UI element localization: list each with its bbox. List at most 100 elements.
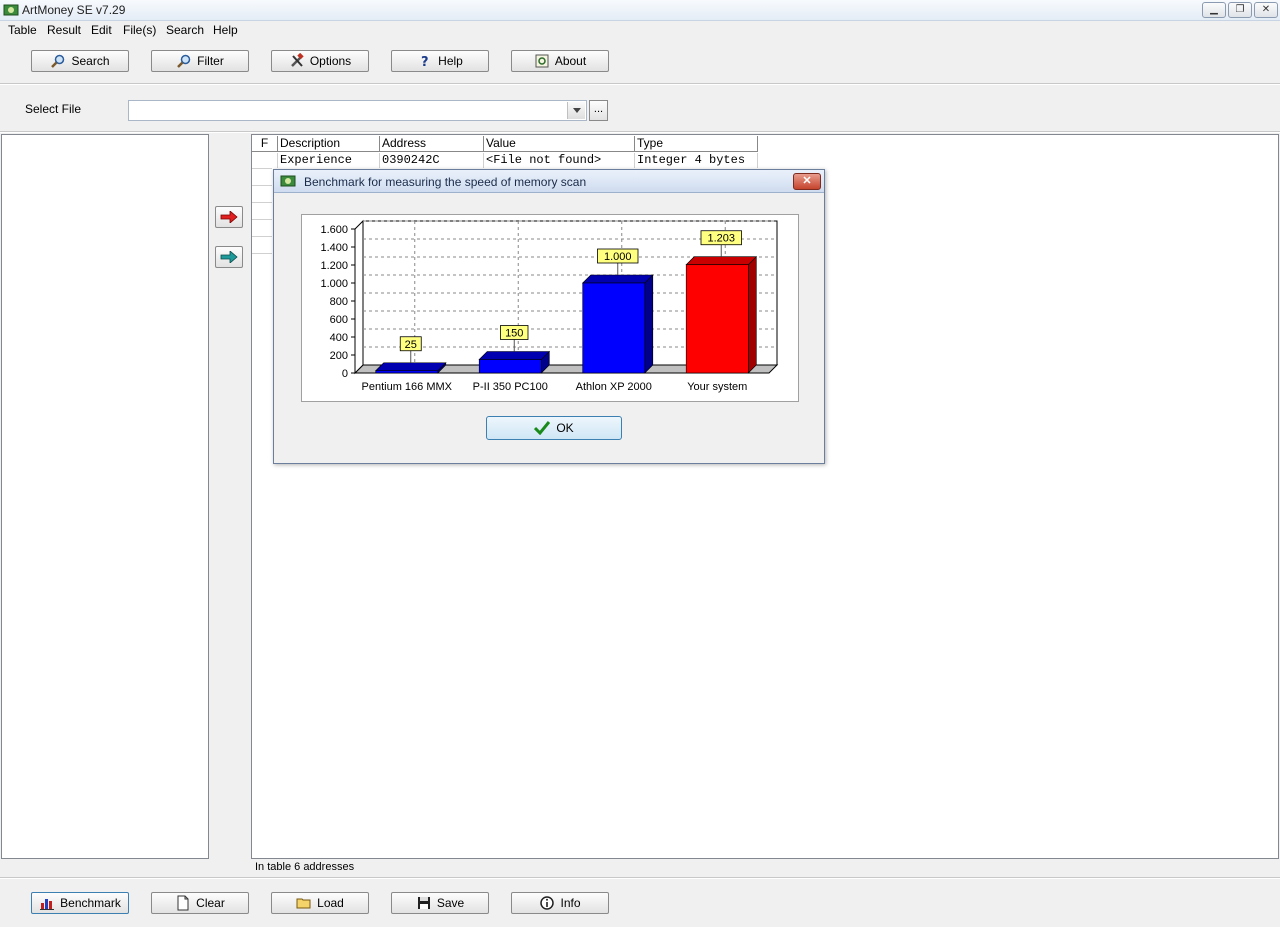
benchmark-dialog: Benchmark for measuring the speed of mem… [273,169,825,464]
value-label: 1.203 [707,233,735,245]
help-button[interactable]: ? Help [391,50,489,72]
search-button[interactable]: Search [31,50,129,72]
bar [478,359,542,374]
benchmark-dialog-icon [280,175,296,187]
menu-bar: Table Result Edit File(s) Search Help [0,20,1280,40]
row-divider [252,185,272,186]
row-value-cell[interactable]: <File not found> [484,153,635,168]
y-tick-label: 800 [330,296,348,308]
chart-icon [40,899,55,910]
y-tick-label: 0 [342,368,348,380]
arrow-right-red-icon [220,211,238,223]
file-separator [0,131,1280,133]
select-file-combo[interactable] [128,100,587,121]
category-label: Pentium 166 MMX [362,381,453,393]
load-button[interactable]: Load [271,892,369,914]
column-header-address[interactable]: Address [380,136,484,152]
y-tick-label: 1.200 [320,260,348,272]
process-list-panel[interactable] [1,134,209,859]
column-header-type[interactable]: Type [635,136,758,152]
value-label: 1.000 [604,251,632,263]
browse-button[interactable]: ... [589,100,608,121]
column-header-value[interactable]: Value [484,136,635,152]
y-tick-label: 400 [330,332,348,344]
move-right-button[interactable] [215,206,243,228]
combo-dropdown-button[interactable] [567,102,585,119]
filter-button[interactable]: Filter [151,50,249,72]
info-icon [540,896,555,910]
column-header-f[interactable]: F [252,136,278,152]
dialog-title: Benchmark for measuring the speed of mem… [304,175,587,189]
y-tick-label: 200 [330,350,348,362]
status-text: In table 6 addresses [255,861,355,873]
options-button[interactable]: Options [271,50,369,72]
close-window-button[interactable]: ✕ [1254,2,1278,18]
row-address-cell[interactable]: 0390242C [380,153,484,168]
menu-result[interactable]: Result [47,23,81,37]
value-label: 150 [505,328,523,340]
chart-left-wall [354,219,364,375]
bar [685,264,749,374]
row-divider [252,253,272,254]
y-tick-label: 1.400 [320,242,348,254]
y-tick-label: 600 [330,314,348,326]
svg-text:?: ? [421,55,429,69]
info-button[interactable]: Info [511,892,609,914]
help-icon: ? [421,55,429,69]
floppy-icon [417,897,430,909]
row-divider [252,168,272,169]
menu-table[interactable]: Table [8,23,37,37]
arrow-right-teal-icon [220,251,238,263]
clear-button[interactable]: Clear [151,892,249,914]
column-header-description[interactable]: Description [278,136,380,152]
window-title: ArtMoney SE v7.29 [22,3,126,17]
page-icon [177,895,189,911]
menu-edit[interactable]: Edit [91,23,112,37]
bar-side [644,274,654,374]
checkmark-icon [534,421,551,435]
minimize-button[interactable]: ▁ [1202,2,1226,18]
benchmark-chart: 0 200 400 600 800 1.000 1.200 1.400 1.600 25 Penti… [301,214,799,402]
artmoney-icon [3,4,19,16]
row-description-cell[interactable]: Experience [278,153,380,168]
bar-side [747,256,757,374]
about-button[interactable]: About [511,50,609,72]
menu-help[interactable]: Help [213,23,238,37]
ok-button[interactable]: OK [486,416,622,440]
category-label: Athlon XP 2000 [576,381,652,393]
search-icon [51,54,65,68]
bar-top [374,362,447,372]
dialog-title-bar: Benchmark for measuring the speed of mem… [274,170,824,193]
benchmark-button[interactable]: Benchmark [31,892,129,914]
title-bar: ArtMoney SE v7.29 ▁ ❐ ✕ [0,0,1280,21]
category-label: Your system [687,381,747,393]
y-tick-label: 1.600 [320,224,348,236]
menu-search[interactable]: Search [166,23,204,37]
bar-top [478,351,551,360]
bottom-separator [0,877,1280,879]
row-divider [252,202,272,203]
bar [375,370,439,374]
toolbar-separator [0,83,1280,85]
row-divider [252,219,272,220]
filter-icon [177,54,191,68]
about-icon [535,54,549,68]
restore-button[interactable]: ❐ [1228,2,1252,18]
menu-files[interactable]: File(s) [123,23,156,37]
select-file-label: Select File [25,102,82,116]
move-left-button[interactable] [215,246,243,268]
bar-top [581,274,654,284]
bar [582,282,646,374]
row-divider [252,236,272,237]
y-tick-label: 1.000 [320,278,348,290]
value-label: 25 [405,339,417,351]
category-label: P-II 350 PC100 [473,381,548,393]
tools-icon [290,53,304,67]
folder-icon [296,898,311,909]
row-type-cell[interactable]: Integer 4 bytes [635,153,758,168]
chevron-down-icon [572,108,581,113]
bar-top [685,256,758,266]
save-button[interactable]: Save [391,892,489,914]
row-flag-cell[interactable] [252,153,278,168]
dialog-close-button[interactable]: ✕ [793,173,821,190]
